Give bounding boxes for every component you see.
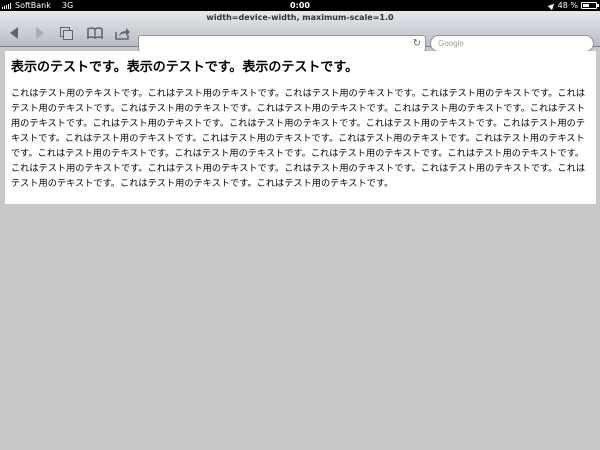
pages-icon [60,27,73,40]
bookmarks-button[interactable] [85,25,105,41]
status-right: 48 % [547,0,599,11]
reload-icon[interactable]: ↻ [413,38,421,49]
page-heading: 表示のテストです。表示のテストです。表示のテストです。 [11,60,359,75]
body-paragraph: これはテスト用のテキストです。これはテスト用のテキストです。これはテスト用のテキ… [11,88,586,189]
address-field[interactable]: ↻ [138,35,426,52]
back-button[interactable] [4,25,24,41]
bookmarks-icon [87,27,103,39]
back-icon [10,27,18,39]
pages-button[interactable] [56,25,76,41]
forward-button[interactable] [30,25,50,41]
share-button[interactable] [113,25,133,41]
page-title: width=device-width, maximum-scale=1.0 [206,13,394,22]
clock: 0:00 [290,1,310,10]
browser-toolbar: width=device-width, maximum-scale=1.0 ↻ … [0,11,600,52]
search-input[interactable]: Google [430,35,594,52]
web-page-content: 表示のテストです。表示のテストです。表示のテストです。 これはテスト用のテキスト… [5,51,596,204]
forward-icon [36,27,44,39]
status-bar: SoftBank 3G 0:00 48 % [0,0,600,11]
location-arrow-icon [547,1,556,10]
battery-percent: 48 % [557,1,578,10]
battery-icon [581,2,599,9]
share-icon [115,27,130,40]
